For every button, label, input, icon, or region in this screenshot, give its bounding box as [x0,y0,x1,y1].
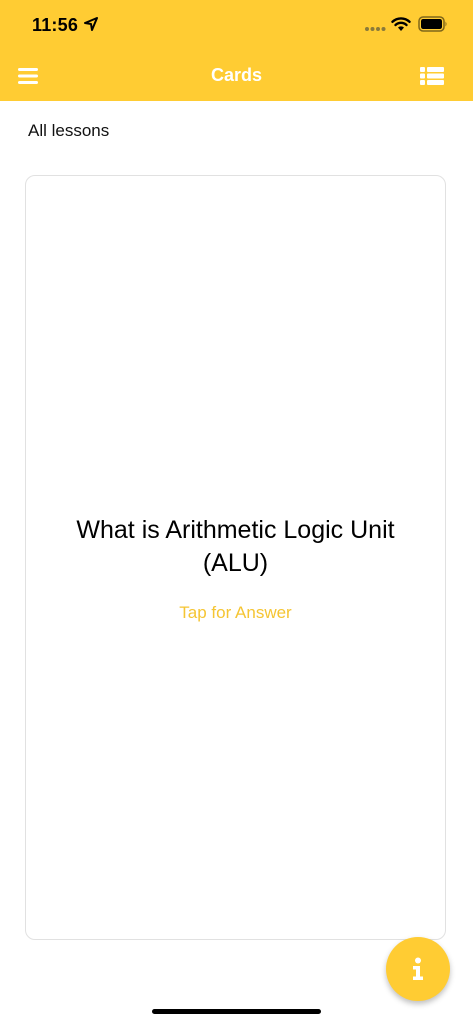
list-view-button[interactable] [414,62,450,90]
page-title: Cards [210,65,263,85]
status-time: 11:56 [32,15,79,35]
home-indicator [152,1009,321,1014]
battery-icon [418,16,447,32]
card-question: What is Arithmetic Logic Unit (ALU) [76,516,395,577]
list-icon [420,67,444,85]
lesson-filter-label[interactable]: All lessons [28,121,109,141]
flashcard[interactable]: What is Arithmetic Logic Unit (ALU) Tap … [25,175,446,940]
status-bar: 11:56 [0,0,473,50]
wifi-icon [391,17,411,31]
header: 11:56 Cards [0,0,473,101]
location-arrow-icon [84,17,98,31]
navigation-bar: Cards [0,50,473,101]
cellular-signal-icon [365,27,386,31]
tap-for-answer-link[interactable]: Tap for Answer [26,603,445,623]
info-button[interactable] [386,937,450,1001]
info-icon [413,957,423,980]
